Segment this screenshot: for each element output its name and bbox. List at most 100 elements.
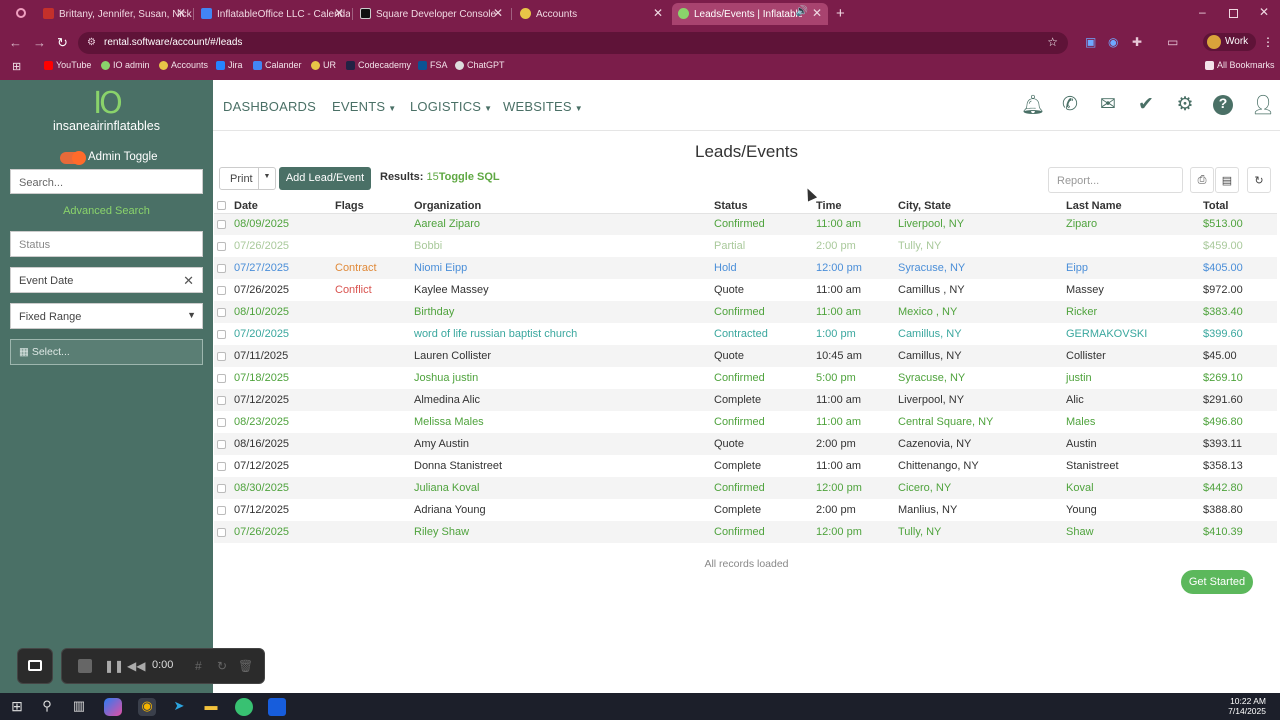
col-organization[interactable]: Organization <box>414 199 714 214</box>
bookmark-calander[interactable]: Calander <box>253 60 302 70</box>
system-clock[interactable]: 10:22 AM 7/14/2025 <box>1228 696 1266 716</box>
event-date-field[interactable]: Event Date ✕ <box>10 267 203 293</box>
check-icon[interactable]: ✔ <box>1135 93 1157 116</box>
phone-icon[interactable]: ✆ <box>1059 93 1081 116</box>
table-row[interactable]: 08/09/2025 Aareal Ziparo Confirmed 11:00 am… <box>214 213 1277 235</box>
close-tab-icon[interactable]: ✕ <box>812 6 822 20</box>
table-row[interactable]: 07/18/2025 Joshua justin Confirmed 5:00 pm S… <box>214 367 1277 389</box>
col-total[interactable]: Total <box>1203 199 1277 214</box>
table-row[interactable]: 07/26/2025 Bobbi Partial 2:00 pm Tully, NY $4… <box>214 235 1277 257</box>
table-row[interactable]: 08/23/2025 Melissa Males Confirmed 11:00 am… <box>214 411 1277 433</box>
get-started-button[interactable]: Get Started <box>1181 570 1253 594</box>
url-bar[interactable]: ⚙ rental.software/account/#/leads ☆ <box>78 32 1068 54</box>
browser-tab-active[interactable]: Leads/Events | InflatableOff🔊✕ <box>672 3 828 25</box>
clear-icon[interactable]: ✕ <box>183 273 194 289</box>
bookmark-accounts[interactable]: Accounts <box>159 60 208 70</box>
browser-tab[interactable]: Brittany, Jennifer, Susan, Nick, ... ✕ <box>37 3 192 25</box>
fixed-range-select[interactable]: Fixed Range ▼ <box>10 303 203 329</box>
date-range-select[interactable]: ▦ Select... <box>10 339 203 365</box>
table-row[interactable]: 07/11/2025 Lauren Collister Quote 10:45 am C… <box>214 345 1277 367</box>
bookmark-youtube[interactable]: YouTube <box>44 60 91 70</box>
col-last-name[interactable]: Last Name <box>1066 199 1203 214</box>
bookmark-chatgpt[interactable]: ChatGPT <box>455 60 505 70</box>
browser-menu-icon[interactable] <box>16 8 26 18</box>
app-icon[interactable] <box>235 698 253 716</box>
table-row[interactable]: 08/10/2025 Birthday Confirmed 11:00 am Mexic… <box>214 301 1277 323</box>
col-status[interactable]: Status <box>714 199 816 214</box>
extension-icon[interactable]: ▣ <box>1085 35 1096 49</box>
nav-logistics[interactable]: LOGISTICS ▼ <box>410 99 492 114</box>
extensions-puzzle-icon[interactable]: ✚ <box>1132 35 1142 49</box>
new-tab-icon[interactable]: + <box>836 5 845 22</box>
chrome-icon[interactable]: ◉ <box>138 698 156 716</box>
row-checkbox[interactable] <box>214 345 234 367</box>
select-all-checkbox[interactable] <box>214 199 234 214</box>
bitwarden-icon[interactable] <box>268 698 286 716</box>
search-input[interactable]: Search... <box>10 169 203 194</box>
user-icon[interactable]: 👤︎ <box>1251 93 1275 117</box>
envelope-icon[interactable]: ✉ <box>1097 93 1119 116</box>
audio-icon[interactable]: 🔊 <box>796 6 808 17</box>
export-button[interactable]: ▤ <box>1215 167 1239 193</box>
minimize-icon[interactable]: – <box>1199 5 1206 19</box>
table-row[interactable]: 07/27/2025 Contract Niomi Eipp Hold 12:00 pm… <box>214 257 1277 279</box>
file-explorer-icon[interactable]: ▬ <box>202 698 220 716</box>
col-date[interactable]: Date <box>234 199 335 214</box>
table-row[interactable]: 07/12/2025 Donna Stanistreet Complete 11:00… <box>214 455 1277 477</box>
logo[interactable]: IO insaneairinflatables <box>0 88 213 133</box>
bookmark-codecademy[interactable]: Codecademy <box>346 60 411 70</box>
task-view-icon[interactable]: ▥ <box>70 698 88 716</box>
row-checkbox[interactable] <box>214 521 234 543</box>
row-checkbox[interactable] <box>214 433 234 455</box>
rewind-icon[interactable]: ◀◀ <box>127 659 145 673</box>
windows-start-icon[interactable]: ⊞ <box>8 698 26 716</box>
col-flags[interactable]: Flags <box>335 199 414 214</box>
table-row[interactable]: 07/26/2025 Conflict Kaylee Massey Quote 11:0… <box>214 279 1277 301</box>
row-checkbox[interactable] <box>214 301 234 323</box>
extension-icon[interactable]: ◉ <box>1108 35 1118 49</box>
all-bookmarks[interactable]: All Bookmarks <box>1205 60 1275 70</box>
bell-icon[interactable]: 🔔︎ <box>1021 93 1045 117</box>
row-checkbox[interactable] <box>214 411 234 433</box>
nav-events[interactable]: EVENTS ▼ <box>332 99 396 114</box>
close-tab-icon[interactable]: ✕ <box>334 6 344 20</box>
row-checkbox[interactable] <box>214 455 234 477</box>
table-row[interactable]: 07/12/2025 Almedina Alic Complete 11:00 am L… <box>214 389 1277 411</box>
browser-tab[interactable]: Square Developer Console ✕ <box>354 3 509 25</box>
reload-icon[interactable]: ↻ <box>57 35 68 51</box>
nav-dashboards[interactable]: DASHBOARDS <box>223 99 316 114</box>
bookmark-ur[interactable]: UR <box>311 60 336 70</box>
search-icon[interactable]: ⚲ <box>38 698 56 716</box>
grid-icon[interactable]: # <box>195 659 202 673</box>
col-city-state[interactable]: City, State <box>898 199 1066 214</box>
stop-icon[interactable] <box>78 659 92 673</box>
print-report-button[interactable]: ⎙ <box>1190 167 1214 193</box>
tab-search-icon[interactable]: ▭ <box>1167 35 1178 49</box>
row-checkbox[interactable] <box>214 477 234 499</box>
telegram-icon[interactable]: ➤ <box>170 698 188 716</box>
site-info-icon[interactable]: ⚙ <box>87 37 96 48</box>
add-lead-button[interactable]: Add Lead/Event <box>279 167 371 190</box>
row-checkbox[interactable] <box>214 367 234 389</box>
trash-icon[interactable]: 🗑︎ <box>238 659 253 673</box>
help-icon[interactable]: ? <box>1213 95 1233 115</box>
bookmark-fsa[interactable]: FSA <box>418 60 448 70</box>
apps-icon[interactable]: ⊞ <box>12 60 21 73</box>
forward-icon[interactable]: → <box>33 35 46 50</box>
copilot-icon[interactable] <box>104 698 122 716</box>
bookmark-star-icon[interactable]: ☆ <box>1047 35 1058 49</box>
row-checkbox[interactable] <box>214 323 234 345</box>
table-row[interactable]: 07/26/2025 Riley Shaw Confirmed 12:00 pm Tul… <box>214 521 1277 543</box>
profile-button[interactable]: Work <box>1203 33 1257 51</box>
row-checkbox[interactable] <box>214 279 234 301</box>
pause-icon[interactable]: ❚❚ <box>104 659 124 673</box>
table-row[interactable]: 08/30/2025 Juliana Koval Confirmed 12:00 pm… <box>214 477 1277 499</box>
row-checkbox[interactable] <box>214 235 234 257</box>
table-row[interactable]: 07/20/2025 word of life russian baptist c… <box>214 323 1277 345</box>
close-window-icon[interactable]: ✕ <box>1259 5 1269 19</box>
refresh-button[interactable]: ↻ <box>1247 167 1271 193</box>
status-select[interactable]: Status <box>10 231 203 257</box>
row-checkbox[interactable] <box>214 213 234 235</box>
browser-tab[interactable]: InflatableOffice LLC - Calendar ✕ <box>195 3 350 25</box>
nav-websites[interactable]: WEBSITES ▼ <box>503 99 583 114</box>
